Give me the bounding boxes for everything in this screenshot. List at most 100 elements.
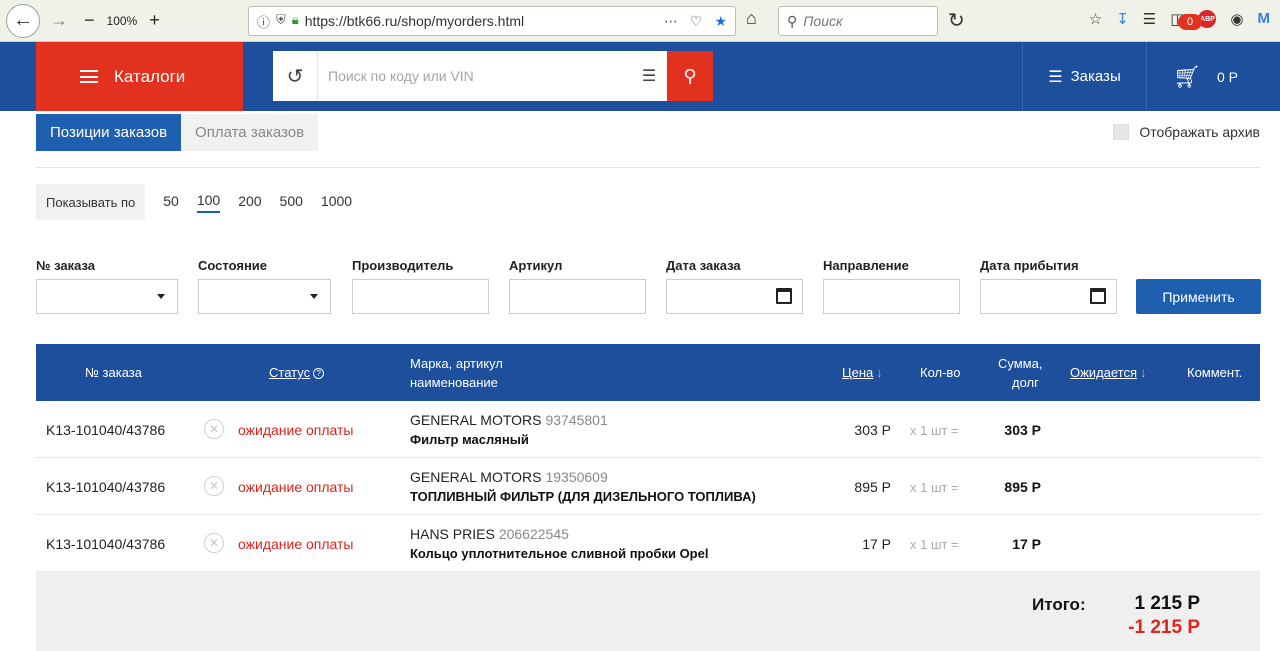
- orders-table-header: № заказа Статус? Марка, артикул наименов…: [36, 344, 1260, 401]
- site-search-input[interactable]: [317, 51, 631, 101]
- page-size-option[interactable]: 500: [280, 193, 303, 212]
- download-icon[interactable]: ↧: [1116, 10, 1129, 28]
- filter-state-label: Состояние: [198, 258, 268, 273]
- col-price[interactable]: Цена ↓: [842, 365, 883, 380]
- cancel-icon[interactable]: ✕: [204, 533, 224, 553]
- col-sum-line1: Сумма,: [998, 356, 1043, 371]
- col-sum-line2: долг: [1012, 375, 1039, 390]
- totals-debt: -1 215 Р: [1128, 617, 1200, 638]
- filter-order-date-input[interactable]: [666, 279, 803, 314]
- col-expected[interactable]: Ожидается ↓: [1070, 365, 1147, 380]
- order-number[interactable]: K13-101040/43786: [46, 422, 165, 438]
- reading-list-icon[interactable]: ☆: [1089, 10, 1102, 28]
- list-icon: ☰: [1048, 68, 1063, 86]
- archive-label: Отображать архив: [1139, 124, 1260, 140]
- order-status: ожидание оплаты: [238, 479, 354, 495]
- browser-toolbar: ← → − 100% + ⓘ ⛨ 🔒︎ https://btk66.ru/sho…: [0, 0, 1280, 42]
- pocket-icon[interactable]: ♡: [690, 13, 703, 30]
- filter-article-label: Артикул: [509, 258, 563, 273]
- calendar-icon[interactable]: [776, 288, 792, 304]
- article-number: 206622545: [498, 526, 569, 542]
- cart-count-badge: 0: [1178, 14, 1202, 30]
- page-actions-icon[interactable]: ⋯: [664, 13, 678, 30]
- filter-order-no-select[interactable]: [36, 279, 178, 314]
- zoom-in-icon[interactable]: +: [143, 10, 166, 31]
- url-text[interactable]: https://btk66.ru/shop/myorders.html: [305, 13, 664, 29]
- order-number[interactable]: K13-101040/43786: [46, 536, 165, 552]
- page-size-option-selected[interactable]: 100: [196, 192, 221, 213]
- caret-down-icon: [310, 294, 318, 299]
- zoom-out-icon[interactable]: −: [78, 10, 101, 31]
- col-qty: Кол-во: [920, 365, 961, 380]
- filter-manufacturer-label: Производитель: [352, 258, 454, 273]
- order-status: ожидание оплаты: [238, 422, 354, 438]
- hamburger-icon: [80, 70, 98, 83]
- calendar-icon[interactable]: [1090, 288, 1106, 304]
- zoom-level[interactable]: 100%: [101, 14, 144, 28]
- extension-icon[interactable]: ◉: [1230, 10, 1243, 28]
- filter-state-select[interactable]: [198, 279, 331, 314]
- filter-article-input[interactable]: [509, 279, 646, 314]
- totals-sum: 1 215 Р: [1134, 593, 1201, 614]
- quantity: х 1 шт =: [910, 537, 959, 552]
- orders-link[interactable]: ☰ Заказы: [1022, 42, 1146, 111]
- cancel-icon[interactable]: ✕: [204, 419, 224, 439]
- sort-arrow-icon: ↓: [876, 365, 883, 380]
- reload-icon[interactable]: ↻: [948, 8, 965, 33]
- col-status[interactable]: Статус?: [269, 365, 325, 380]
- url-bar[interactable]: ⓘ ⛨ 🔒︎ https://btk66.ru/shop/myorders.ht…: [248, 6, 736, 36]
- archive-checkbox[interactable]: [1113, 124, 1130, 140]
- col-brand-line2: наименование: [410, 375, 498, 390]
- forward-arrow-icon[interactable]: →: [44, 6, 74, 36]
- row-sum: 303 Р: [1004, 422, 1041, 438]
- page-size-option[interactable]: 200: [238, 193, 261, 212]
- library-icon[interactable]: ☰: [1143, 10, 1156, 28]
- browser-search-placeholder: Поиск: [803, 13, 843, 29]
- page-size-option[interactable]: 1000: [321, 193, 352, 212]
- filter-manufacturer-input[interactable]: [352, 279, 489, 314]
- cancel-icon[interactable]: ✕: [204, 476, 224, 496]
- filter-direction-input[interactable]: [823, 279, 960, 314]
- divider: [36, 167, 1260, 168]
- caret-down-icon: [157, 294, 165, 299]
- mail-icon[interactable]: M: [1258, 10, 1271, 28]
- price: 895 Р: [854, 479, 891, 495]
- back-arrow-icon[interactable]: ←: [6, 3, 40, 38]
- page-size-option[interactable]: 50: [163, 193, 179, 212]
- brand-article: GENERAL MOTORS 19350609: [410, 469, 608, 485]
- browser-search-input[interactable]: ⚲ Поиск: [778, 6, 938, 36]
- lock-icon[interactable]: 🔒︎: [292, 12, 299, 31]
- order-number[interactable]: K13-101040/43786: [46, 479, 165, 495]
- search-icon: ⚲: [787, 12, 798, 29]
- history-reset-icon[interactable]: ↺: [273, 64, 317, 89]
- col-brand-line1: Марка, артикул: [410, 356, 503, 371]
- help-icon[interactable]: ?: [313, 368, 325, 379]
- zoom-controls: − 100% +: [78, 10, 166, 31]
- apply-button[interactable]: Применить: [1136, 279, 1261, 314]
- info-icon[interactable]: ⓘ: [257, 12, 270, 31]
- totals-panel: Итого: 1 215 Р -1 215 Р: [36, 571, 1260, 651]
- home-icon[interactable]: ⌂: [746, 8, 757, 29]
- cart-link[interactable]: 🛒︎ 0 Р: [1146, 42, 1280, 111]
- filter-order-no-label: № заказа: [36, 258, 96, 273]
- tracking-shield-icon[interactable]: ⛨: [276, 12, 286, 31]
- row-sum: 17 Р: [1012, 536, 1041, 552]
- filter-arrival-date-input[interactable]: [980, 279, 1117, 314]
- filter-arrival-date-label: Дата прибытия: [980, 258, 1079, 273]
- table-row: K13-101040/43786 ✕ ожидание оплаты GENER…: [36, 458, 1260, 515]
- filter-sliders-icon[interactable]: ☰: [631, 66, 667, 86]
- order-status: ожидание оплаты: [238, 536, 354, 552]
- tab-order-positions[interactable]: Позиции заказов: [36, 114, 182, 151]
- tab-order-payments[interactable]: Оплата заказов: [181, 114, 319, 151]
- bookmark-star-icon[interactable]: ★: [714, 13, 727, 30]
- col-order-no: № заказа: [85, 365, 142, 380]
- quantity: х 1 шт =: [910, 423, 959, 438]
- quantity: х 1 шт =: [910, 480, 959, 495]
- search-submit-button[interactable]: ⚲: [667, 51, 713, 101]
- cart-icon: 🛒︎: [1173, 63, 1201, 89]
- product-name: Кольцо уплотнительное сливной пробки Ope…: [410, 546, 709, 561]
- article-number: 93745801: [545, 412, 608, 428]
- catalog-button[interactable]: Каталоги: [36, 42, 243, 111]
- orders-label: Заказы: [1070, 68, 1121, 85]
- archive-toggle[interactable]: Отображать архив: [1113, 124, 1260, 140]
